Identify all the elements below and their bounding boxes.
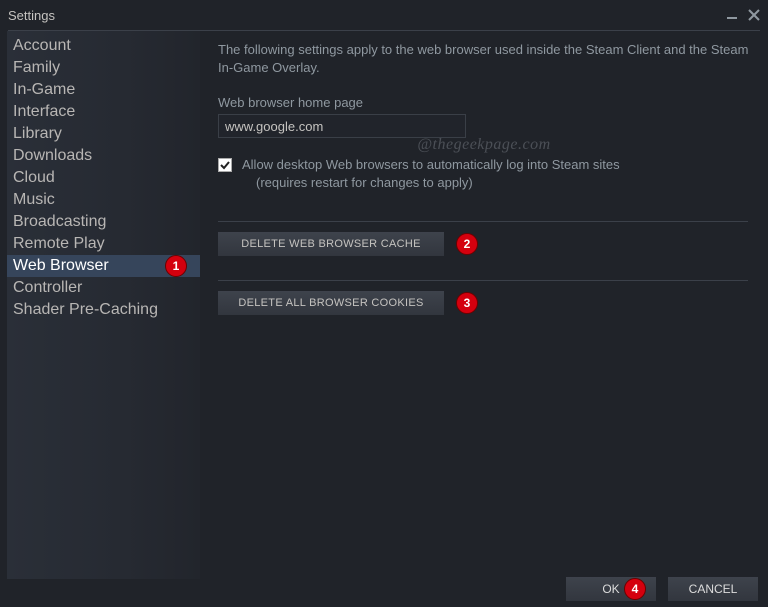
home-page-input[interactable]: [218, 114, 466, 138]
sidebar-item-controller[interactable]: Controller: [7, 277, 200, 299]
auto-login-checkbox[interactable]: [218, 158, 232, 172]
checkbox-label-line1: Allow desktop Web browsers to automatica…: [242, 157, 620, 172]
minimize-icon[interactable]: [726, 9, 738, 21]
sidebar-item-in-game[interactable]: In-Game: [7, 79, 200, 101]
sidebar-item-label: Remote Play: [13, 235, 105, 252]
dialog-footer: OK 4 CANCEL: [566, 577, 758, 601]
annotation-badge-3: 3: [456, 292, 478, 314]
ok-button-label: OK: [602, 582, 619, 596]
cancel-button[interactable]: CANCEL: [668, 577, 758, 601]
delete-cache-button[interactable]: DELETE WEB BROWSER CACHE: [218, 232, 444, 256]
sidebar-item-shader-pre-caching[interactable]: Shader Pre-Caching: [7, 299, 200, 321]
sidebar-item-family[interactable]: Family: [7, 57, 200, 79]
main-panel: The following settings apply to the web …: [200, 31, 768, 579]
sidebar-item-label: Broadcasting: [13, 213, 106, 230]
watermark-text: @thegeekpage.com: [417, 136, 550, 154]
annotation-badge-2: 2: [456, 233, 478, 255]
sidebar: Account Family In-Game Interface Library…: [7, 31, 200, 579]
sidebar-item-label: Cloud: [13, 169, 55, 186]
sidebar-item-label: Web Browser: [13, 257, 109, 274]
sidebar-item-label: Shader Pre-Caching: [13, 301, 158, 318]
sidebar-item-cloud[interactable]: Cloud: [7, 167, 200, 189]
sidebar-item-broadcasting[interactable]: Broadcasting: [7, 211, 200, 233]
sidebar-item-remote-play[interactable]: Remote Play: [7, 233, 200, 255]
sidebar-item-label: Music: [13, 191, 55, 208]
sidebar-item-library[interactable]: Library: [7, 123, 200, 145]
titlebar-controls: [726, 9, 760, 21]
sidebar-item-label: Account: [13, 37, 71, 54]
close-icon[interactable]: [748, 9, 760, 21]
checkbox-label-line2: (requires restart for changes to apply): [242, 175, 473, 190]
window-title: Settings: [8, 8, 55, 23]
sidebar-item-music[interactable]: Music: [7, 189, 200, 211]
titlebar: Settings: [0, 0, 768, 26]
action-section: DELETE WEB BROWSER CACHE 2 DELETE ALL BR…: [218, 221, 756, 315]
delete-cookies-button[interactable]: DELETE ALL BROWSER COOKIES: [218, 291, 444, 315]
sidebar-item-label: Library: [13, 125, 62, 142]
sidebar-item-interface[interactable]: Interface: [7, 101, 200, 123]
divider: [218, 280, 748, 281]
sidebar-item-label: Family: [13, 59, 60, 76]
annotation-badge-4: 4: [624, 578, 646, 600]
sidebar-item-account[interactable]: Account: [7, 35, 200, 57]
auto-login-label: Allow desktop Web browsers to automatica…: [242, 156, 620, 191]
home-page-label: Web browser home page: [218, 95, 756, 110]
sidebar-item-label: Interface: [13, 103, 75, 120]
auto-login-row: Allow desktop Web browsers to automatica…: [218, 156, 756, 191]
ok-button[interactable]: OK 4: [566, 577, 656, 601]
panel-description: The following settings apply to the web …: [218, 41, 756, 77]
annotation-badge-1: 1: [165, 255, 187, 277]
sidebar-item-label: Downloads: [13, 147, 92, 164]
sidebar-item-label: Controller: [13, 279, 82, 296]
sidebar-item-label: In-Game: [13, 81, 75, 98]
divider: [218, 221, 748, 222]
content-area: Account Family In-Game Interface Library…: [0, 31, 768, 579]
delete-cache-row: DELETE WEB BROWSER CACHE 2: [218, 232, 756, 256]
sidebar-item-web-browser[interactable]: Web Browser 1: [7, 255, 200, 277]
sidebar-item-downloads[interactable]: Downloads: [7, 145, 200, 167]
delete-cookies-row: DELETE ALL BROWSER COOKIES 3: [218, 291, 756, 315]
